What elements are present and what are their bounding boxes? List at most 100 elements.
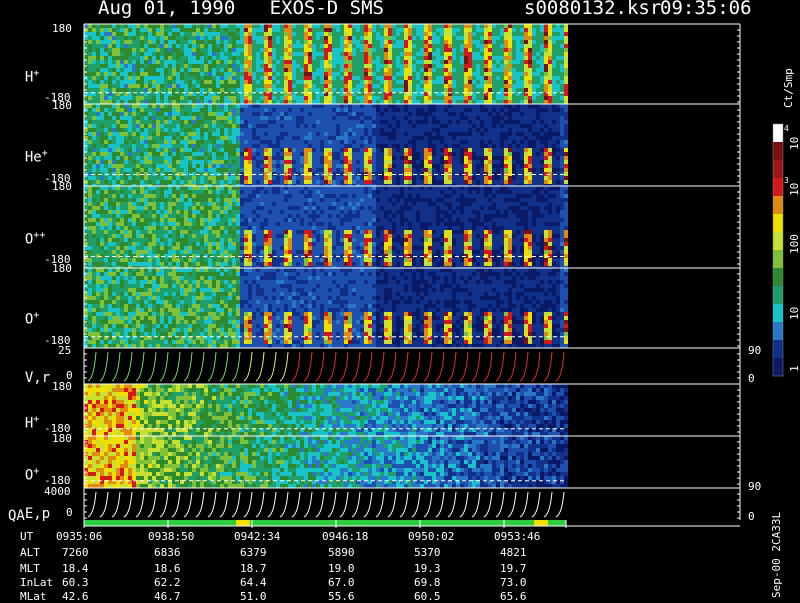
heat-cell xyxy=(136,120,140,124)
heat-cell xyxy=(132,148,136,152)
heat-cell xyxy=(328,112,332,116)
heat-cell xyxy=(228,96,232,100)
heat-cell xyxy=(156,180,160,184)
heat-cell xyxy=(492,108,496,112)
heat-cell xyxy=(272,164,276,168)
heat-cell xyxy=(268,172,272,176)
heat-cell xyxy=(220,48,224,52)
heat-cell xyxy=(416,72,420,76)
heat-cell xyxy=(292,72,296,76)
heat-cell xyxy=(148,116,152,120)
heat-cell xyxy=(84,96,88,100)
heat-cell xyxy=(476,124,480,128)
heat-cell xyxy=(548,132,552,136)
heat-cell xyxy=(412,132,416,136)
heat-cell xyxy=(228,108,232,112)
heat-cell xyxy=(280,76,284,80)
heat-cell xyxy=(460,148,464,152)
heat-cell xyxy=(528,88,532,92)
heat-cell xyxy=(460,32,464,36)
heat-cell xyxy=(208,112,212,116)
heat-cell xyxy=(348,88,352,92)
heat-cell xyxy=(192,172,196,176)
heat-cell xyxy=(424,60,428,64)
heat-cell xyxy=(148,28,152,32)
heat-cell xyxy=(360,84,364,88)
heat-cell xyxy=(468,100,472,104)
heat-cell xyxy=(548,96,552,100)
heat-cell xyxy=(300,72,304,76)
heat-cell xyxy=(324,152,328,156)
heat-cell xyxy=(208,40,212,44)
heat-cell xyxy=(300,48,304,52)
heat-cell xyxy=(360,108,364,112)
heat-cell xyxy=(256,40,260,44)
heat-cell xyxy=(276,152,280,156)
heat-cell xyxy=(488,96,492,100)
heat-cell xyxy=(436,100,440,104)
heat-cell xyxy=(96,104,100,108)
heat-cell xyxy=(164,64,168,68)
heat-cell xyxy=(404,140,408,144)
heat-cell xyxy=(360,76,364,80)
heat-cell xyxy=(476,44,480,48)
heat-cell xyxy=(196,136,200,140)
heat-cell xyxy=(504,124,508,128)
heat-cell xyxy=(500,96,504,100)
heat-cell xyxy=(92,124,96,128)
heat-cell xyxy=(328,72,332,76)
heat-cell xyxy=(536,96,540,100)
heat-cell xyxy=(104,68,108,72)
heat-cell xyxy=(372,132,376,136)
heat-cell xyxy=(92,44,96,48)
heat-cell xyxy=(424,40,428,44)
heat-cell xyxy=(516,68,520,72)
heat-cell xyxy=(528,136,532,140)
heat-cell xyxy=(392,88,396,92)
heat-cell xyxy=(396,88,400,92)
heat-cell xyxy=(304,124,308,128)
heat-cell xyxy=(236,72,240,76)
heat-cell xyxy=(420,112,424,116)
heat-cell xyxy=(352,80,356,84)
heat-cell xyxy=(316,84,320,88)
heat-cell xyxy=(396,160,400,164)
heat-cell xyxy=(552,176,556,180)
heat-cell xyxy=(376,76,380,80)
heat-cell xyxy=(92,144,96,148)
heat-cell xyxy=(352,152,356,156)
heat-cell xyxy=(520,164,524,168)
heat-cell xyxy=(460,96,464,100)
heat-cell xyxy=(112,48,116,52)
heat-cell xyxy=(132,76,136,80)
heat-cell xyxy=(436,160,440,164)
heat-cell xyxy=(180,180,184,184)
heat-cell xyxy=(328,168,332,172)
heat-cell xyxy=(196,148,200,152)
heat-cell xyxy=(504,60,508,64)
heat-cell xyxy=(472,60,476,64)
heat-cell xyxy=(92,32,96,36)
heat-cell xyxy=(216,172,220,176)
heat-cell xyxy=(116,148,120,152)
heat-cell xyxy=(412,180,416,184)
heat-cell xyxy=(128,40,132,44)
heat-cell xyxy=(192,84,196,88)
heat-cell xyxy=(372,40,376,44)
heat-cell xyxy=(324,76,328,80)
heat-cell xyxy=(504,164,508,168)
heat-cell xyxy=(140,140,144,144)
heat-cell xyxy=(304,56,308,60)
heat-cell xyxy=(84,140,88,144)
heat-cell xyxy=(384,148,388,152)
heat-cell xyxy=(456,88,460,92)
heat-cell xyxy=(160,36,164,40)
heat-cell xyxy=(272,160,276,164)
heat-cell xyxy=(172,168,176,172)
heat-cell xyxy=(280,152,284,156)
heat-cell xyxy=(144,172,148,176)
heat-cell xyxy=(176,80,180,84)
heat-cell xyxy=(260,32,264,36)
heat-cell xyxy=(340,104,344,108)
heat-cell xyxy=(160,48,164,52)
